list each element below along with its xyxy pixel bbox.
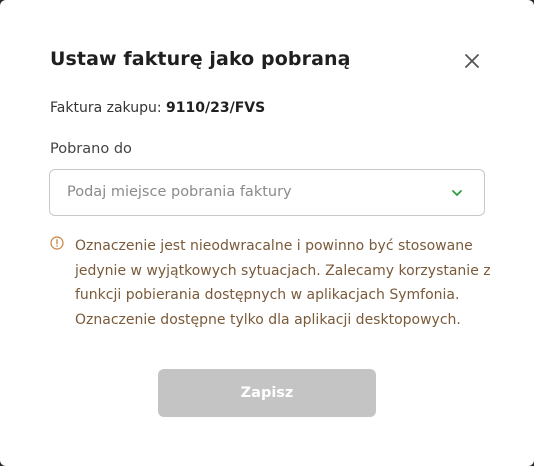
save-button[interactable]: Zapisz	[158, 369, 376, 417]
info-circle-icon	[50, 236, 64, 250]
select-placeholder: Podaj miejsce pobrania faktury	[67, 184, 292, 200]
downloaded-to-label: Pobrano do	[50, 141, 132, 157]
close-icon[interactable]	[462, 51, 482, 71]
download-location-select[interactable]: Podaj miejsce pobrania faktury	[49, 169, 485, 216]
set-invoice-downloaded-dialog: Ustaw fakturę jako pobraną Faktura zakup…	[0, 0, 534, 466]
invoice-label: Faktura zakupu:	[50, 100, 167, 116]
dialog-title: Ustaw fakturę jako pobraną	[50, 48, 351, 70]
chevron-down-icon	[452, 190, 462, 196]
warning-text: Oznaczenie jest nieodwracalne i powinno …	[75, 238, 491, 328]
invoice-number: 9110/23/FVS	[166, 100, 266, 116]
invoice-info: Faktura zakupu: 9110/23/FVS	[50, 100, 265, 116]
